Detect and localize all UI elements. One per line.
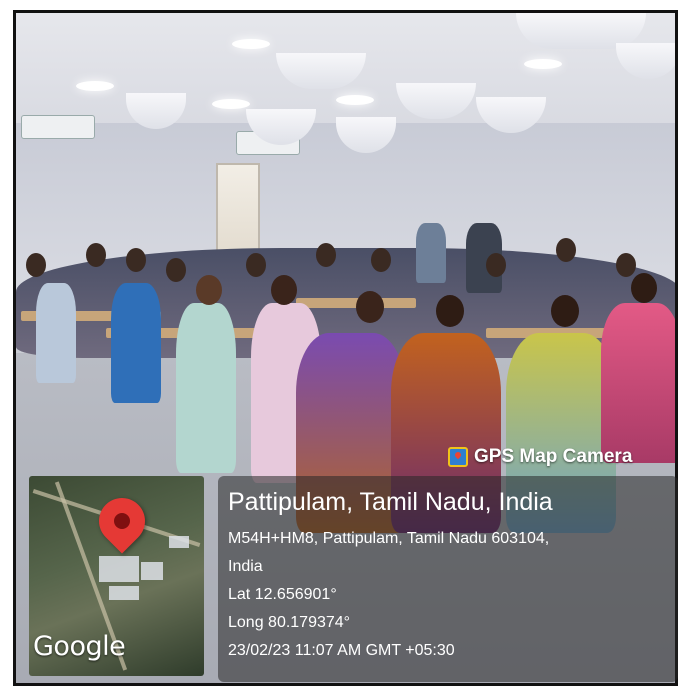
ceiling-light [212, 99, 250, 109]
app-label: GPS Map Camera [474, 446, 633, 467]
map-thumbnail: Google [29, 476, 204, 676]
standing-person [416, 223, 446, 283]
person-head [271, 275, 297, 305]
ceiling-light [524, 59, 562, 69]
map-building [99, 556, 139, 582]
seated-person [36, 283, 76, 383]
ceiling-light [232, 39, 270, 49]
person-head [616, 253, 636, 277]
gps-map-camera-label: GPS Map Camera [448, 446, 632, 468]
longitude: Long 80.179374° [228, 614, 351, 631]
map-building [109, 586, 139, 600]
person-head [631, 273, 657, 303]
air-conditioner [21, 115, 95, 139]
location-info-panel: Pattipulam, Tamil Nadu, India M54H+HM8, … [218, 476, 678, 682]
person-head [371, 248, 391, 272]
person-head [556, 238, 576, 262]
seated-person [601, 303, 675, 463]
person-head [26, 253, 46, 277]
google-logo: Google [33, 631, 126, 662]
map-building [141, 562, 163, 580]
seated-person [111, 283, 161, 403]
seated-person [176, 303, 236, 473]
timestamp: 23/02/23 11:07 AM GMT +05:30 [228, 642, 455, 659]
ceiling-light [76, 81, 114, 91]
window [216, 163, 260, 257]
address-country: India [228, 558, 263, 575]
person-head [551, 295, 579, 327]
address-line: M54H+HM8, Pattipulam, Tamil Nadu 603104, [228, 530, 550, 547]
person-head [356, 291, 384, 323]
person-head [316, 243, 336, 267]
latitude: Lat 12.656901° [228, 586, 337, 603]
person-head [436, 295, 464, 327]
person-head [86, 243, 106, 267]
location-title: Pattipulam, Tamil Nadu, India [228, 488, 553, 516]
person-head [486, 253, 506, 277]
person-head [166, 258, 186, 282]
map-building [169, 536, 189, 548]
ceiling-light [336, 95, 374, 105]
person-head [246, 253, 266, 277]
gps-map-camera-icon [448, 447, 468, 467]
person-head [196, 275, 222, 305]
map-pin-icon [89, 488, 155, 554]
person-head [126, 248, 146, 272]
